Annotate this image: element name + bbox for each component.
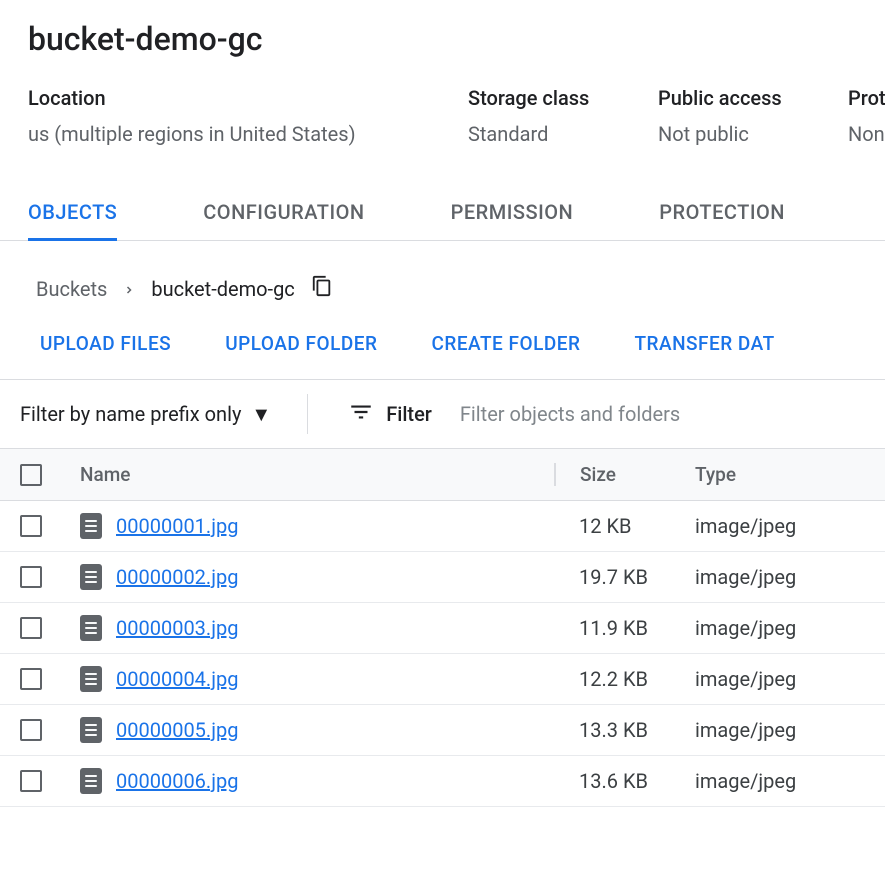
objects-table: Name Size Type 00000001.jpg 12 KB image/… (0, 448, 885, 807)
col-header-size[interactable]: Size (580, 463, 616, 486)
filter-input[interactable] (460, 402, 865, 426)
tab-permission[interactable]: PERMISSION (451, 186, 574, 240)
table-row: 00000002.jpg 19.7 KB image/jpeg (0, 552, 885, 603)
filter-row: Filter by name prefix only ▼ Filter (0, 380, 885, 448)
meta-protection-label: Protec (848, 86, 885, 110)
row-checkbox[interactable] (20, 719, 42, 741)
filter-icon (348, 399, 374, 429)
row-checkbox[interactable] (20, 515, 42, 537)
file-link[interactable]: 00000005.jpg (116, 718, 238, 742)
file-icon (80, 615, 102, 641)
file-size: 13.3 KB (579, 718, 648, 742)
table-row: 00000004.jpg 12.2 KB image/jpeg (0, 654, 885, 705)
col-header-type[interactable]: Type (695, 463, 736, 486)
meta-public-access-value: Not public (658, 122, 808, 146)
file-type: image/jpeg (695, 667, 796, 691)
file-link[interactable]: 00000003.jpg (116, 616, 238, 640)
filter-label: Filter (386, 402, 432, 426)
tab-objects[interactable]: OBJECTS (28, 186, 117, 241)
table-header: Name Size Type (0, 448, 885, 501)
copy-icon[interactable] (311, 275, 333, 302)
file-icon (80, 666, 102, 692)
table-row: 00000005.jpg 13.3 KB image/jpeg (0, 705, 885, 756)
file-icon (80, 564, 102, 590)
breadcrumb-current: bucket-demo-gc (151, 277, 294, 301)
file-icon (80, 717, 102, 743)
file-link[interactable]: 00000001.jpg (116, 514, 238, 538)
table-row: 00000006.jpg 13.6 KB image/jpeg (0, 756, 885, 807)
create-folder-button[interactable]: CREATE FOLDER (431, 332, 580, 355)
row-checkbox[interactable] (20, 668, 42, 690)
page-title: bucket-demo-gc (28, 20, 857, 58)
table-row: 00000003.jpg 11.9 KB image/jpeg (0, 603, 885, 654)
file-link[interactable]: 00000002.jpg (116, 565, 238, 589)
divider (307, 394, 308, 434)
file-link[interactable]: 00000006.jpg (116, 769, 238, 793)
breadcrumb: Buckets bucket-demo-gc (0, 241, 885, 302)
file-type: image/jpeg (695, 514, 796, 538)
dropdown-arrow-icon: ▼ (251, 402, 271, 427)
upload-folder-button[interactable]: UPLOAD FOLDER (225, 332, 377, 355)
file-icon (80, 513, 102, 539)
meta-public-access-label: Public access (658, 86, 808, 110)
col-header-name[interactable]: Name (80, 463, 130, 486)
table-row: 00000001.jpg 12 KB image/jpeg (0, 501, 885, 552)
meta-location-label: Location (28, 86, 428, 110)
file-size: 11.9 KB (579, 616, 648, 640)
file-type: image/jpeg (695, 769, 796, 793)
upload-files-button[interactable]: UPLOAD FILES (40, 332, 171, 355)
select-all-checkbox[interactable] (20, 464, 42, 486)
file-link[interactable]: 00000004.jpg (116, 667, 238, 691)
file-type: image/jpeg (695, 565, 796, 589)
filter-prefix-dropdown[interactable]: Filter by name prefix only ▼ (20, 402, 287, 427)
transfer-data-button[interactable]: TRANSFER DAT (634, 332, 774, 355)
meta-protection-value: None (848, 122, 885, 146)
file-type: image/jpeg (695, 616, 796, 640)
tabs: OBJECTS CONFIGURATION PERMISSION PROTECT… (0, 186, 885, 241)
row-checkbox[interactable] (20, 566, 42, 588)
file-size: 12.2 KB (579, 667, 648, 691)
meta-storage-class-value: Standard (468, 122, 618, 146)
meta-row: Location us (multiple regions in United … (28, 86, 857, 146)
chevron-right-icon (123, 277, 135, 301)
file-type: image/jpeg (695, 718, 796, 742)
action-row: UPLOAD FILES UPLOAD FOLDER CREATE FOLDER… (0, 302, 885, 380)
row-checkbox[interactable] (20, 770, 42, 792)
filter-dropdown-label: Filter by name prefix only (20, 402, 241, 426)
tab-protection[interactable]: PROTECTION (659, 186, 785, 240)
file-size: 12 KB (579, 514, 631, 538)
file-size: 13.6 KB (579, 769, 648, 793)
file-size: 19.7 KB (579, 565, 648, 589)
row-checkbox[interactable] (20, 617, 42, 639)
file-icon (80, 768, 102, 794)
breadcrumb-root[interactable]: Buckets (36, 277, 107, 301)
meta-location-value: us (multiple regions in United States) (28, 122, 428, 146)
tab-configuration[interactable]: CONFIGURATION (203, 186, 364, 240)
meta-storage-class-label: Storage class (468, 86, 618, 110)
